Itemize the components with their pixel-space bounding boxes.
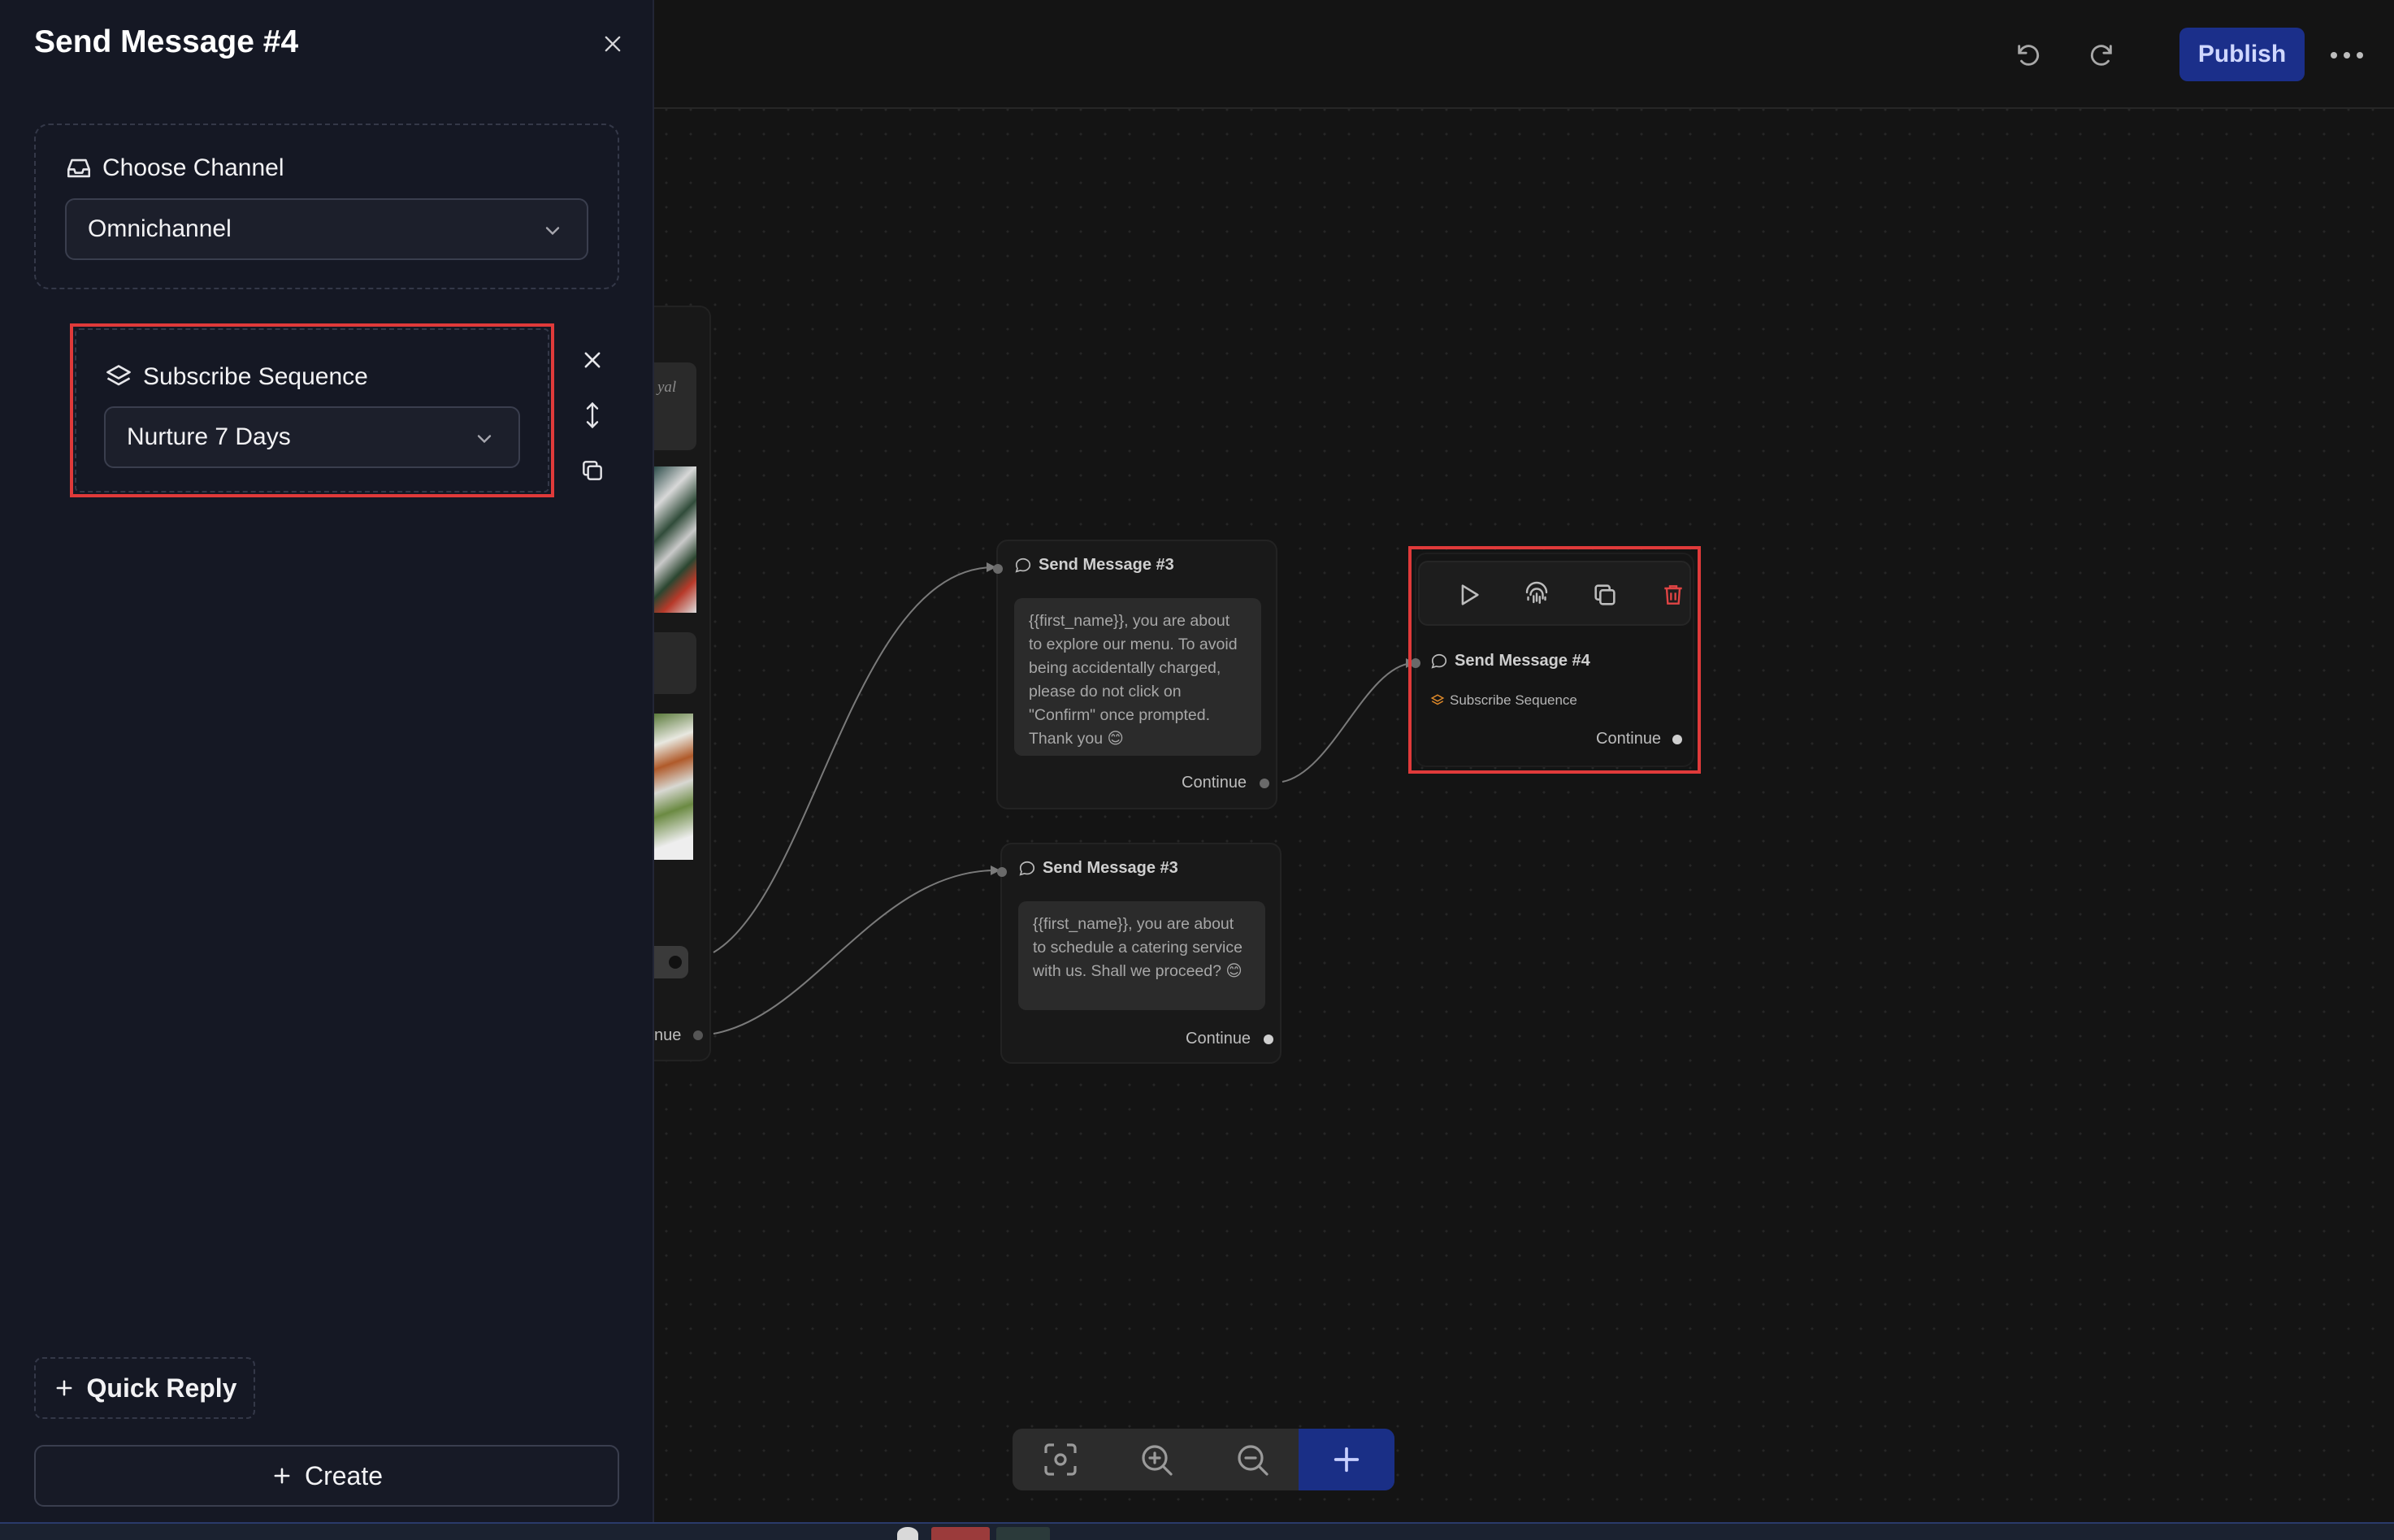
undo-icon [2018,45,2040,66]
taskbar-app[interactable] [996,1527,1050,1540]
node-title-text: Send Message #3 [1039,556,1174,574]
continue-label: Continue [1182,774,1247,792]
channel-select[interactable]: Omnichannel [65,198,588,260]
add-node-button[interactable] [1299,1429,1394,1490]
output-port[interactable] [1260,779,1269,788]
sequence-highlight [70,323,554,497]
selected-node-highlight [1408,546,1701,774]
node-settings-panel: Send Message #4 Choose Channel Omnichann… [0,0,654,1522]
taskbar-app-icon[interactable] [897,1527,918,1540]
partial-image-1 [654,466,696,613]
zoom-in-button[interactable] [1108,1429,1204,1490]
node-title-text: Send Message #3 [1043,859,1178,877]
canvas-controls [1013,1429,1394,1490]
message-icon [1019,861,1035,876]
top-bar [654,0,2394,109]
node-title: Send Message #3 [1018,859,1178,878]
partial-toggle[interactable] [654,946,688,978]
message-bubble[interactable]: {{first_name}}, you are about to schedul… [1018,901,1265,1010]
create-label: Create [304,1460,384,1490]
more-icon [2331,52,2363,59]
channel-select-value: Omnichannel [88,215,232,242]
close-icon [605,36,621,52]
remove-sequence-button[interactable] [572,340,613,380]
message-icon [1015,557,1031,573]
plus-icon [1334,1447,1360,1473]
fit-view-button[interactable] [1013,1429,1108,1490]
redo-button[interactable] [2080,34,2123,76]
partial-node-text-chip: yal [654,362,696,450]
more-options-button[interactable] [2326,34,2368,76]
node-send-message-3b[interactable]: Send Message #3 {{first_name}}, you are … [997,843,1282,1064]
focus-icon [1044,1443,1077,1476]
close-panel-button[interactable] [593,24,632,63]
node-title: Send Message #3 [1014,556,1174,575]
app-root: yal nue Send Message #3 {{first_name}}, … [0,0,2394,1540]
continue-label: Continue [1186,1030,1251,1048]
os-taskbar [0,1522,2394,1540]
reorder-sequence-handle[interactable] [572,395,613,436]
quick-reply-label: Quick Reply [86,1373,237,1403]
channel-label-text: Choose Channel [102,154,284,181]
inbox-icon [67,158,91,178]
create-button[interactable]: Create [34,1445,619,1507]
redo-icon [2090,45,2112,66]
plus-icon [274,1468,290,1484]
copy-icon [583,461,602,480]
partial-port[interactable] [693,1030,703,1040]
panel-title: Send Message #4 [34,24,299,59]
message-bubble[interactable]: {{first_name}}, you are about to explore… [1014,598,1261,756]
reorder-icon [586,401,599,429]
zoom-out-button[interactable] [1204,1429,1300,1490]
taskbar-app-active[interactable] [931,1527,990,1540]
partial-node[interactable]: yal nue [654,306,711,1061]
input-port[interactable] [997,867,1007,877]
undo-button[interactable] [2007,34,2049,76]
partial-continue: nue [654,1026,682,1044]
chevron-down-icon [545,227,560,236]
channel-label: Choose Channel [65,154,284,182]
input-port[interactable] [993,564,1003,574]
publish-button[interactable]: Publish [2179,28,2305,81]
node-send-message-3a[interactable]: Send Message #3 {{first_name}}, you are … [993,540,1277,809]
zoom-out-icon [1238,1445,1269,1476]
partial-node-text: yal [657,379,677,396]
output-port[interactable] [1264,1035,1273,1044]
partial-image-2 [654,714,693,860]
partial-button-chip[interactable] [654,632,696,694]
quick-reply-button[interactable]: Quick Reply [34,1357,255,1419]
plus-icon [56,1380,72,1396]
close-icon [584,352,601,368]
duplicate-sequence-button[interactable] [572,450,613,491]
zoom-in-icon [1142,1445,1173,1476]
